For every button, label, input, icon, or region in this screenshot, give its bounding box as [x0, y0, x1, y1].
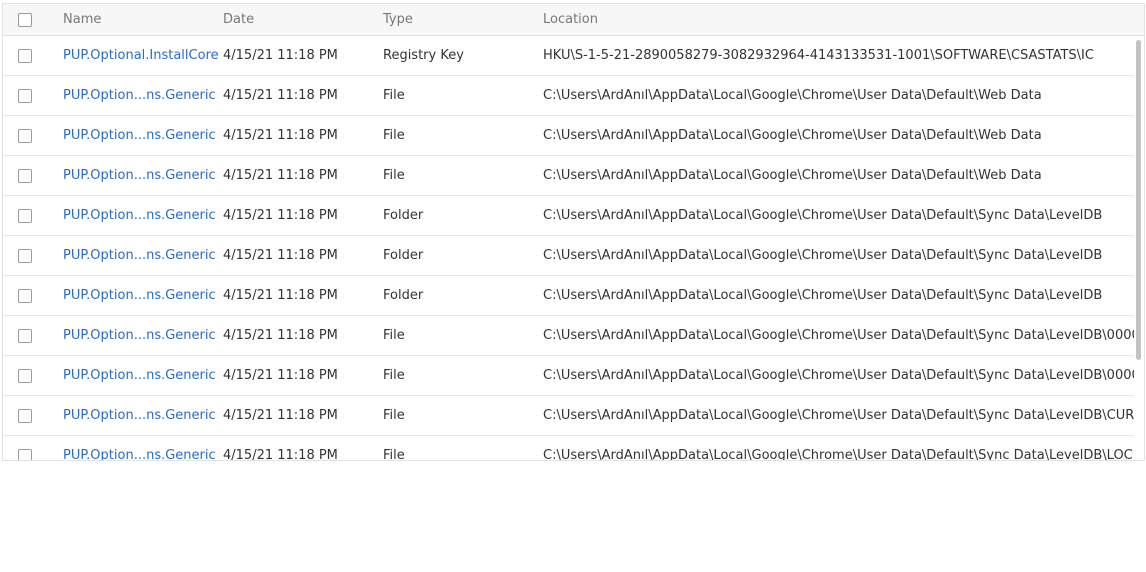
row-type: Registry Key [383, 48, 464, 63]
row-location: C:\Users\ArdAnıl\AppData\Local\Google\Ch… [543, 368, 1136, 383]
row-checkbox[interactable] [18, 209, 32, 223]
row-location: C:\Users\ArdAnıl\AppData\Local\Google\Ch… [543, 208, 1103, 223]
table-row[interactable]: PUP.Option...ns.Generic 4/15/21 11:18 PM F… [3, 316, 1136, 356]
row-location: C:\Users\ArdAnıl\AppData\Local\Google\Ch… [543, 248, 1103, 263]
table-row[interactable]: PUP.Option...ns.Generic 4/15/21 11:18 PM F… [3, 76, 1136, 116]
table-row[interactable]: PUP.Option...ns.Generic 4/15/21 11:18 PM F… [3, 116, 1136, 156]
row-date: 4/15/21 11:18 PM [223, 48, 338, 63]
row-type: Folder [383, 248, 424, 263]
table-header: Name Date Type Location [3, 4, 1144, 36]
table-row[interactable]: PUP.Option...ns.Generic 4/15/21 11:18 PM F… [3, 156, 1136, 196]
row-name-link[interactable]: PUP.Option...ns.Generic [63, 76, 216, 115]
row-checkbox[interactable] [18, 409, 32, 423]
row-name-link[interactable]: PUP.Option...ns.Generic [63, 156, 216, 195]
column-header-type[interactable]: Type [383, 4, 413, 36]
table-row[interactable]: PUP.Option...ns.Generic 4/15/21 11:18 PM F… [3, 396, 1136, 436]
row-location: C:\Users\ArdAnıl\AppData\Local\Google\Ch… [543, 128, 1042, 143]
row-name-link[interactable]: PUP.Option...ns.Generic [63, 276, 216, 315]
row-type: File [383, 128, 405, 143]
row-type: File [383, 88, 405, 103]
column-header-name[interactable]: Name [63, 4, 101, 36]
row-location: C:\Users\ArdAnıl\AppData\Local\Google\Ch… [543, 328, 1136, 343]
row-type: File [383, 448, 405, 460]
table-row[interactable]: PUP.Optional.InstallCore 4/15/21 11:18 PM… [3, 36, 1136, 76]
row-location: C:\Users\ArdAnıl\AppData\Local\Google\Ch… [543, 408, 1136, 423]
row-date: 4/15/21 11:18 PM [223, 208, 338, 223]
table-row[interactable]: PUP.Option...ns.Generic 4/15/21 11:18 PM F… [3, 196, 1136, 236]
vertical-scrollbar[interactable] [1134, 36, 1144, 460]
row-name-link[interactable]: PUP.Option...ns.Generic [63, 236, 216, 275]
row-name-link[interactable]: PUP.Optional.InstallCore [63, 36, 219, 75]
table-body: PUP.Optional.InstallCore 4/15/21 11:18 PM… [3, 36, 1136, 460]
row-type: File [383, 408, 405, 423]
results-table: Name Date Type Location PUP.Optional.Ins… [2, 3, 1145, 461]
row-name-link[interactable]: PUP.Option...ns.Generic [63, 356, 216, 395]
row-type: File [383, 328, 405, 343]
table-row[interactable]: PUP.Option...ns.Generic 4/15/21 11:18 PM F… [3, 436, 1136, 460]
row-location: C:\Users\ArdAnıl\AppData\Local\Google\Ch… [543, 448, 1136, 460]
row-name-link[interactable]: PUP.Option...ns.Generic [63, 196, 216, 235]
row-date: 4/15/21 11:18 PM [223, 248, 338, 263]
table-row[interactable]: PUP.Option...ns.Generic 4/15/21 11:18 PM F… [3, 236, 1136, 276]
row-name-link[interactable]: PUP.Option...ns.Generic [63, 116, 216, 155]
row-checkbox[interactable] [18, 289, 32, 303]
row-location: C:\Users\ArdAnıl\AppData\Local\Google\Ch… [543, 288, 1103, 303]
row-date: 4/15/21 11:18 PM [223, 328, 338, 343]
row-checkbox[interactable] [18, 89, 32, 103]
row-type: Folder [383, 288, 424, 303]
row-location: C:\Users\ArdAnıl\AppData\Local\Google\Ch… [543, 168, 1042, 183]
row-checkbox[interactable] [18, 249, 32, 263]
row-location: HKU\S-1-5-21-2890058279-3082932964-41431… [543, 48, 1094, 63]
row-type: Folder [383, 208, 424, 223]
row-name-link[interactable]: PUP.Option...ns.Generic [63, 316, 216, 355]
row-date: 4/15/21 11:18 PM [223, 448, 338, 460]
row-date: 4/15/21 11:18 PM [223, 368, 338, 383]
row-name-link[interactable]: PUP.Option...ns.Generic [63, 436, 216, 460]
row-date: 4/15/21 11:18 PM [223, 408, 338, 423]
row-checkbox[interactable] [18, 169, 32, 183]
row-date: 4/15/21 11:18 PM [223, 288, 338, 303]
table-row[interactable]: PUP.Option...ns.Generic 4/15/21 11:18 PM F… [3, 276, 1136, 316]
row-checkbox[interactable] [18, 449, 32, 460]
row-location: C:\Users\ArdAnıl\AppData\Local\Google\Ch… [543, 88, 1042, 103]
row-checkbox[interactable] [18, 129, 32, 143]
table-row[interactable]: PUP.Option...ns.Generic 4/15/21 11:18 PM F… [3, 356, 1136, 396]
row-date: 4/15/21 11:18 PM [223, 168, 338, 183]
row-checkbox[interactable] [18, 49, 32, 63]
row-name-link[interactable]: PUP.Option...ns.Generic [63, 396, 216, 435]
row-type: File [383, 168, 405, 183]
column-header-location[interactable]: Location [543, 4, 598, 36]
row-checkbox[interactable] [18, 329, 32, 343]
row-date: 4/15/21 11:18 PM [223, 88, 338, 103]
row-checkbox[interactable] [18, 369, 32, 383]
select-all-checkbox[interactable] [18, 13, 32, 27]
scrollbar-thumb[interactable] [1136, 40, 1141, 360]
row-type: File [383, 368, 405, 383]
row-date: 4/15/21 11:18 PM [223, 128, 338, 143]
column-header-date[interactable]: Date [223, 4, 254, 36]
